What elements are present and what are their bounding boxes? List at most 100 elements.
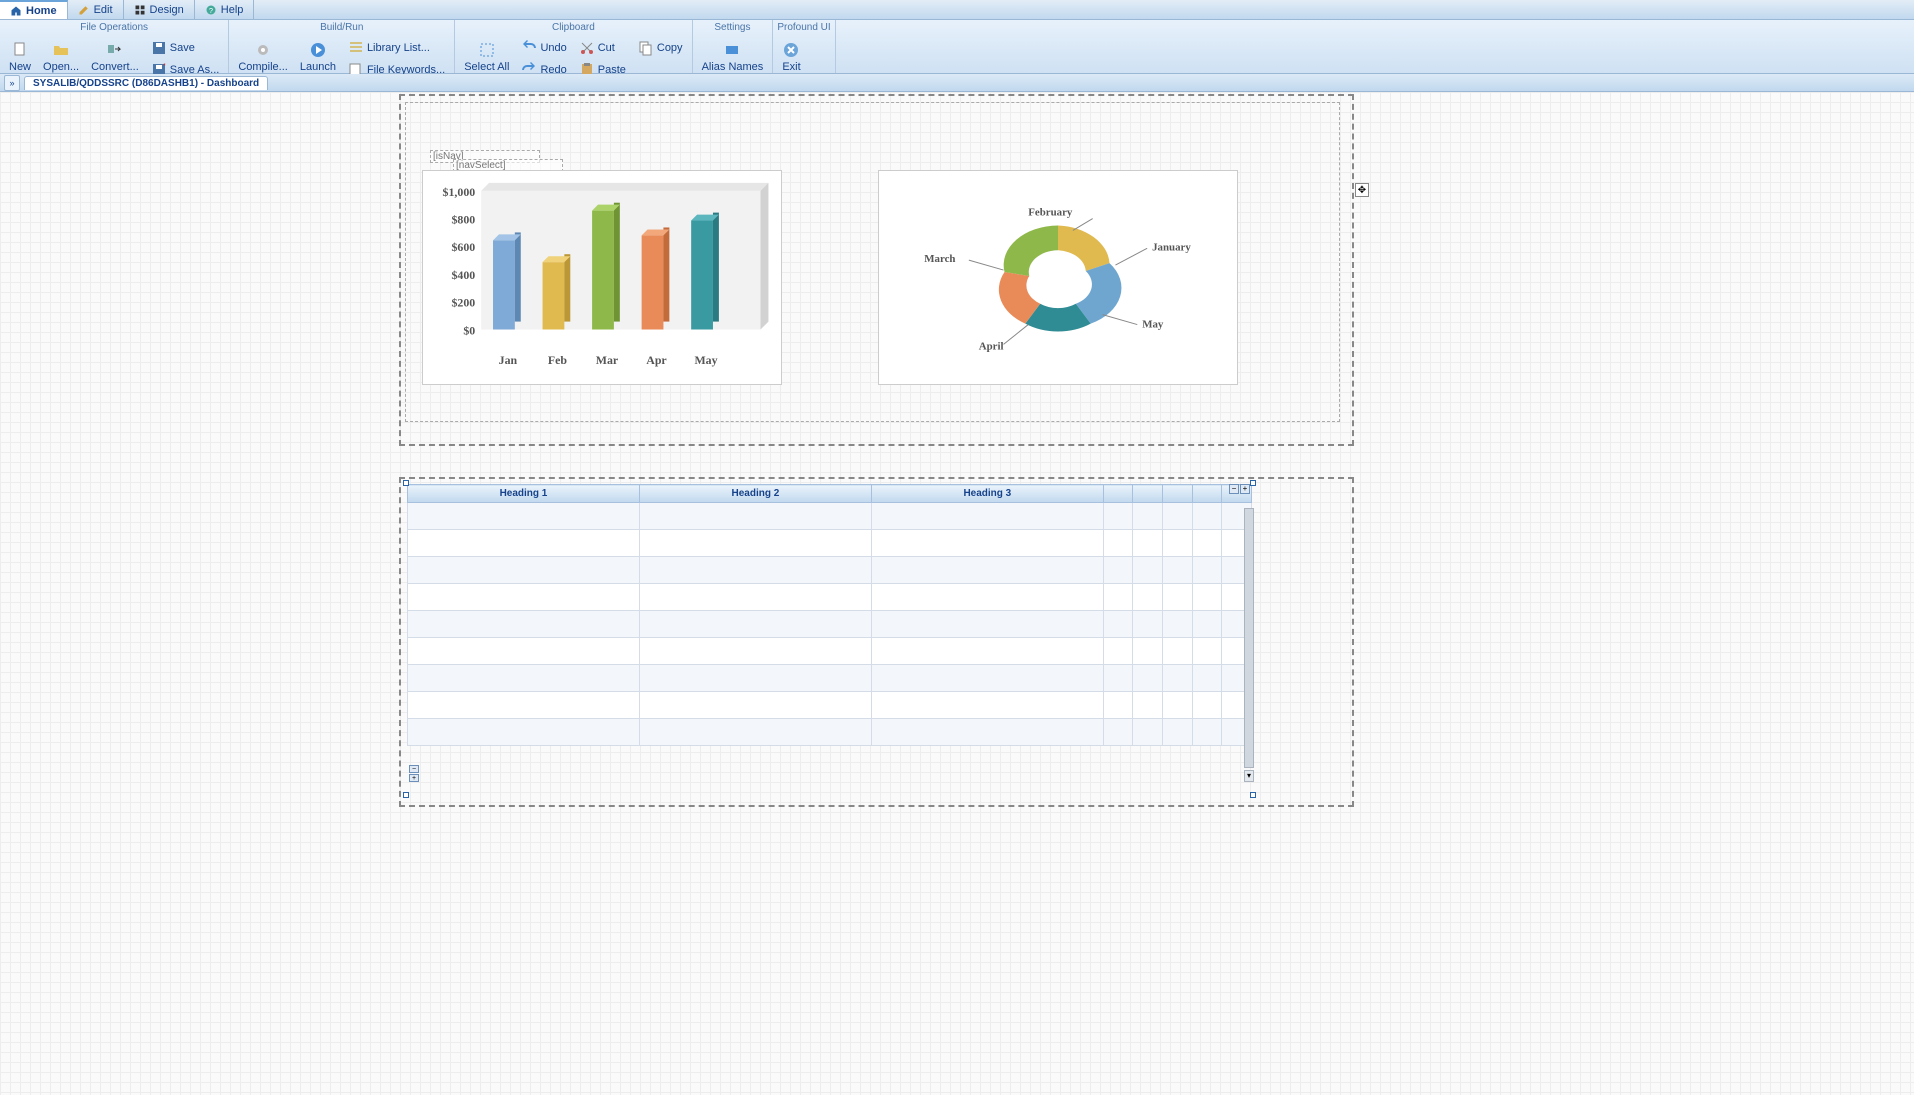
slice-feb: [1058, 225, 1110, 271]
col-heading-5[interactable]: [1133, 485, 1163, 503]
col-heading-7[interactable]: [1192, 485, 1222, 503]
ytick-400: $400: [451, 268, 475, 282]
table-header-row: Heading 1 Heading 2 Heading 3: [408, 485, 1252, 503]
table-row[interactable]: [408, 665, 1252, 692]
chevron-right-icon: »: [9, 78, 14, 88]
alias-names-button[interactable]: Alias Names: [697, 37, 769, 77]
tab-edit[interactable]: Edit: [68, 0, 124, 19]
pielabel-may: May: [1142, 319, 1164, 331]
resize-handle-se[interactable]: [1250, 792, 1256, 798]
section-title-profound: Profound UI: [777, 20, 830, 35]
library-list-label: Library List...: [367, 42, 430, 54]
xlabel-jan: Jan: [499, 353, 518, 367]
new-button[interactable]: New: [4, 37, 36, 77]
library-list-button[interactable]: Library List...: [343, 37, 450, 59]
table-row[interactable]: [408, 638, 1252, 665]
ribbon-toolbar: File Operations New Open... Convert...: [0, 20, 1914, 74]
table-row[interactable]: [408, 611, 1252, 638]
launch-label: Launch: [300, 61, 336, 73]
scissors-icon: [579, 40, 595, 56]
ytick-600: $600: [451, 240, 475, 254]
compile-button[interactable]: Compile...: [233, 37, 293, 77]
remove-row-icon[interactable]: −: [409, 765, 419, 773]
grid-scrollbar[interactable]: [1244, 508, 1254, 768]
col-heading-6[interactable]: [1163, 485, 1193, 503]
list-icon: [348, 40, 364, 56]
ytick-1000: $1,000: [443, 185, 476, 199]
undo-button[interactable]: Undo: [516, 37, 571, 59]
save-label: Save: [170, 42, 195, 54]
cut-label: Cut: [598, 42, 615, 54]
ribbon-section-file: File Operations New Open... Convert...: [0, 20, 229, 73]
section-title-build: Build/Run: [233, 20, 450, 35]
xlabel-may: May: [694, 353, 717, 367]
move-handle-icon[interactable]: ✥: [1355, 183, 1369, 197]
copy-button[interactable]: Copy: [633, 37, 688, 59]
table-row[interactable]: [408, 530, 1252, 557]
add-row-icon[interactable]: +: [409, 774, 419, 782]
select-all-button[interactable]: Select All: [459, 37, 514, 77]
cut-button[interactable]: Cut: [574, 37, 631, 59]
section-title-settings: Settings: [697, 20, 769, 35]
select-all-icon: [479, 42, 495, 58]
compile-label: Compile...: [238, 61, 288, 73]
svg-text:?: ?: [209, 6, 213, 15]
floppy-icon: [151, 40, 167, 56]
slice-mar: [1004, 225, 1058, 276]
xlabel-mar: Mar: [596, 353, 619, 367]
svg-text:*: *: [163, 63, 166, 70]
ytick-800: $800: [451, 213, 475, 227]
bar-chart-svg: $1,000 $800 $600 $400 $200 $0: [423, 171, 781, 384]
alias-label: Alias Names: [702, 61, 764, 73]
undo-icon: [521, 40, 537, 56]
bar-chart-widget[interactable]: $1,000 $800 $600 $400 $200 $0: [422, 170, 782, 385]
scroll-down-icon[interactable]: ▾: [1244, 770, 1254, 782]
table-row[interactable]: [408, 557, 1252, 584]
section-title-clipboard: Clipboard: [459, 20, 687, 35]
grid-row-tools: − +: [409, 765, 419, 782]
col-heading-3[interactable]: Heading 3: [871, 485, 1103, 503]
open-label: Open...: [43, 61, 79, 73]
expand-sidebar-button[interactable]: »: [4, 75, 20, 91]
col-heading-4[interactable]: [1103, 485, 1133, 503]
tab-home[interactable]: Home: [0, 0, 68, 19]
add-column-icon[interactable]: +: [1240, 484, 1250, 494]
col-heading-1[interactable]: Heading 1: [408, 485, 640, 503]
data-grid-widget[interactable]: − + Heading 1 Heading 2 Heading 3: [407, 484, 1252, 794]
table-row[interactable]: [408, 719, 1252, 746]
table-row[interactable]: [408, 584, 1252, 611]
pielabel-mar: March: [924, 253, 955, 265]
resize-handle-sw[interactable]: [403, 792, 409, 798]
close-icon: [783, 42, 799, 58]
ribbon-section-build: Build/Run Compile... Launch Library List…: [229, 20, 455, 73]
document-tab-label: SYSALIB/QDDSSRC (D86DASHB1) - Dashboard: [33, 78, 259, 89]
new-file-icon: [12, 42, 28, 58]
resize-handle-ne[interactable]: [1250, 480, 1256, 486]
home-icon: [10, 5, 22, 17]
document-tab[interactable]: SYSALIB/QDDSSRC (D86DASHB1) - Dashboard: [24, 76, 268, 90]
tab-help[interactable]: ? Help: [195, 0, 255, 19]
data-grid-table: Heading 1 Heading 2 Heading 3: [407, 484, 1252, 746]
open-button[interactable]: Open...: [38, 37, 84, 77]
remove-column-icon[interactable]: −: [1229, 484, 1239, 494]
table-row[interactable]: [408, 503, 1252, 530]
undo-label: Undo: [540, 42, 566, 54]
design-icon: [134, 4, 146, 16]
new-label: New: [9, 61, 31, 73]
copy-icon: [638, 40, 654, 56]
design-canvas[interactable]: ✥ [isNav] [navSelect] $1,000 $800 $600 $…: [0, 92, 1914, 1095]
pie-chart-widget[interactable]: February January May April March: [878, 170, 1238, 385]
resize-handle-nw[interactable]: [403, 480, 409, 486]
bar-apr: [642, 227, 670, 329]
col-heading-2[interactable]: Heading 2: [639, 485, 871, 503]
launch-button[interactable]: Launch: [295, 37, 341, 77]
tab-design[interactable]: Design: [124, 0, 195, 19]
pie-chart-svg: February January May April March: [879, 171, 1237, 384]
pencil-icon: [78, 4, 90, 16]
bar-may: [691, 213, 719, 330]
save-button[interactable]: Save: [146, 37, 225, 59]
table-row[interactable]: [408, 692, 1252, 719]
ytick-0: $0: [463, 323, 475, 337]
convert-button[interactable]: Convert...: [86, 37, 144, 77]
exit-button[interactable]: Exit: [777, 37, 805, 77]
